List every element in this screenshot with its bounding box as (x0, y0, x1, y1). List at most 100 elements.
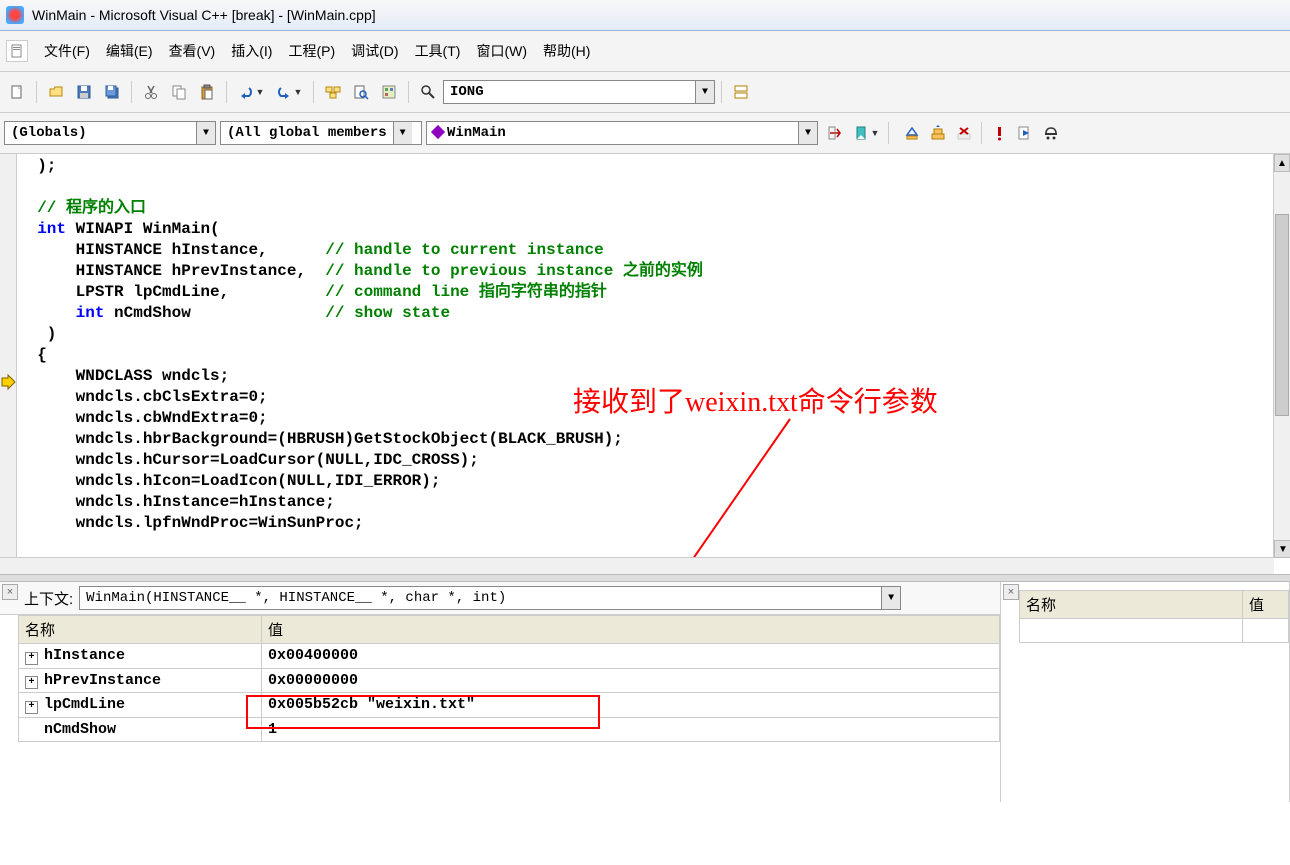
build-button[interactable] (925, 120, 951, 146)
copy-button[interactable] (166, 79, 192, 105)
bottom-panels: × 上下文: WinMain(HINSTANCE__ *, HINSTANCE_… (0, 582, 1290, 802)
context-combo-text: WinMain(HINSTANCE__ *, HINSTANCE__ *, ch… (80, 590, 512, 606)
tile-button[interactable] (728, 79, 754, 105)
scrollbar-thumb[interactable] (1275, 214, 1289, 416)
code-content[interactable]: ); // 程序的入口 int WINAPI WinMain( HINSTANC… (18, 156, 1272, 534)
execute-button[interactable] (986, 120, 1012, 146)
variables-panel: × 上下文: WinMain(HINSTANCE__ *, HINSTANCE_… (0, 582, 1001, 802)
table-row[interactable]: + hInstance 0x00400000 (19, 644, 1000, 669)
menu-view[interactable]: 查看(V) (161, 38, 224, 64)
panel-close-button[interactable]: × (2, 584, 18, 600)
go-button[interactable] (1012, 120, 1038, 146)
scroll-down-arrow-icon[interactable]: ▼ (1274, 540, 1290, 558)
horizontal-scrollbar[interactable] (0, 557, 1274, 574)
redo-button[interactable]: ▼ (271, 79, 307, 105)
variables-grid[interactable]: 名称 值 + hInstance 0x00400000 + hPrevInstance… (18, 615, 1000, 742)
menu-edit[interactable]: 编辑(E) (98, 38, 161, 64)
separator (313, 81, 314, 103)
grid-header-row: 名称 值 (19, 616, 1000, 644)
table-row[interactable] (1020, 619, 1289, 643)
save-button[interactable] (71, 79, 97, 105)
col-value-header[interactable]: 值 (262, 616, 1000, 644)
horizontal-splitter[interactable] (0, 574, 1290, 582)
expand-icon[interactable]: + (25, 676, 38, 689)
stop-build-button[interactable] (951, 120, 977, 146)
compile-button[interactable] (899, 120, 925, 146)
separator (888, 122, 889, 144)
menu-window[interactable]: 窗口(W) (468, 38, 535, 64)
menu-debug[interactable]: 调试(D) (343, 38, 406, 64)
undo-button[interactable]: ▼ (233, 79, 269, 105)
separator (721, 81, 722, 103)
editor-gutter[interactable] (0, 154, 17, 574)
paste-button[interactable] (194, 79, 220, 105)
title-bar: WinMain - Microsoft Visual C++ [break] -… (0, 0, 1290, 31)
window-title: WinMain - Microsoft Visual C++ [break] -… (32, 7, 376, 23)
menu-file[interactable]: 文件(F) (36, 38, 98, 64)
var-value: 1 (262, 717, 1000, 741)
var-name: nCmdShow (44, 721, 116, 738)
breakpoint-button[interactable] (1038, 120, 1064, 146)
separator (36, 81, 37, 103)
dropdown-arrow-icon[interactable]: ▼ (695, 81, 714, 103)
vertical-scrollbar[interactable]: ▲ ▼ (1273, 154, 1290, 558)
var-name: hInstance (44, 647, 125, 664)
find-combo[interactable]: IONG ▼ (443, 80, 715, 104)
dropdown-arrow-icon[interactable]: ▼ (881, 587, 900, 609)
separator (981, 122, 982, 144)
dropdown-arrow-icon[interactable]: ▼ (393, 122, 412, 144)
find-combo-text: IONG (444, 84, 490, 100)
open-file-button[interactable] (43, 79, 69, 105)
col-name-header[interactable]: 名称 (19, 616, 262, 644)
app-icon (6, 6, 24, 24)
menu-help[interactable]: 帮助(H) (535, 38, 598, 64)
table-row[interactable]: nCmdShow 1 (19, 717, 1000, 741)
context-label: 上下文: (24, 588, 73, 609)
code-editor[interactable]: ); // 程序的入口 int WINAPI WinMain( HINSTANC… (0, 154, 1290, 574)
col-value-header[interactable]: 值 (1243, 591, 1289, 619)
new-file-button[interactable] (4, 79, 30, 105)
var-value: 0x00000000 (262, 668, 1000, 693)
standard-toolbar: ▼ ▼ IONG ▼ (0, 72, 1290, 113)
table-row[interactable]: + hPrevInstance 0x00000000 (19, 668, 1000, 693)
separator (131, 81, 132, 103)
find-in-files-button[interactable] (348, 79, 374, 105)
table-row[interactable]: + lpCmdLine 0x005b52cb "weixin.txt" (19, 693, 1000, 718)
var-name: lpCmdLine (44, 696, 125, 713)
navigation-toolbar: (Globals) ▼ (All global members ▼ WinMai… (0, 113, 1290, 154)
resource-button[interactable] (376, 79, 402, 105)
watch-panel: × 名称 值 (1001, 582, 1290, 802)
workspace-button[interactable] (320, 79, 346, 105)
var-name: hPrevInstance (44, 672, 161, 689)
context-row: 上下文: WinMain(HINSTANCE__ *, HINSTANCE__ … (0, 582, 1000, 615)
context-combo[interactable]: WinMain(HINSTANCE__ *, HINSTANCE__ *, ch… (79, 586, 901, 610)
var-value: 0x00400000 (262, 644, 1000, 669)
menu-bar: 文件(F) 编辑(E) 查看(V) 插入(I) 工程(P) 调试(D) 工具(T… (0, 31, 1290, 72)
goto-button[interactable] (822, 120, 848, 146)
variables-grid-wrap: 名称 值 + hInstance 0x00400000 + hPrevInstance… (0, 615, 1000, 802)
expand-icon[interactable]: + (25, 701, 38, 714)
menu-project[interactable]: 工程(P) (280, 38, 343, 64)
dropdown-arrow-icon[interactable]: ▼ (196, 122, 215, 144)
watch-grid-wrap: 名称 值 (1001, 590, 1289, 802)
members-combo-text: (All global members (221, 125, 393, 141)
members-combo[interactable]: (All global members ▼ (220, 121, 422, 145)
cut-button[interactable] (138, 79, 164, 105)
scroll-up-arrow-icon[interactable]: ▲ (1274, 154, 1290, 172)
diamond-icon (431, 125, 445, 139)
menu-tools[interactable]: 工具(T) (407, 38, 469, 64)
function-combo-text: WinMain (427, 125, 512, 141)
var-value: 0x005b52cb "weixin.txt" (262, 693, 1000, 718)
bookmark-button[interactable]: ▼ (848, 120, 884, 146)
watch-grid[interactable]: 名称 值 (1019, 590, 1289, 643)
scope-combo[interactable]: (Globals) ▼ (4, 121, 216, 145)
find-button[interactable] (415, 79, 441, 105)
col-name-header[interactable]: 名称 (1020, 591, 1243, 619)
dropdown-arrow-icon[interactable]: ▼ (798, 122, 817, 144)
menu-insert[interactable]: 插入(I) (223, 38, 280, 64)
document-icon[interactable] (6, 40, 28, 62)
save-all-button[interactable] (99, 79, 125, 105)
expand-icon[interactable]: + (25, 652, 38, 665)
scope-combo-text: (Globals) (5, 125, 93, 141)
function-combo[interactable]: WinMain ▼ (426, 121, 818, 145)
